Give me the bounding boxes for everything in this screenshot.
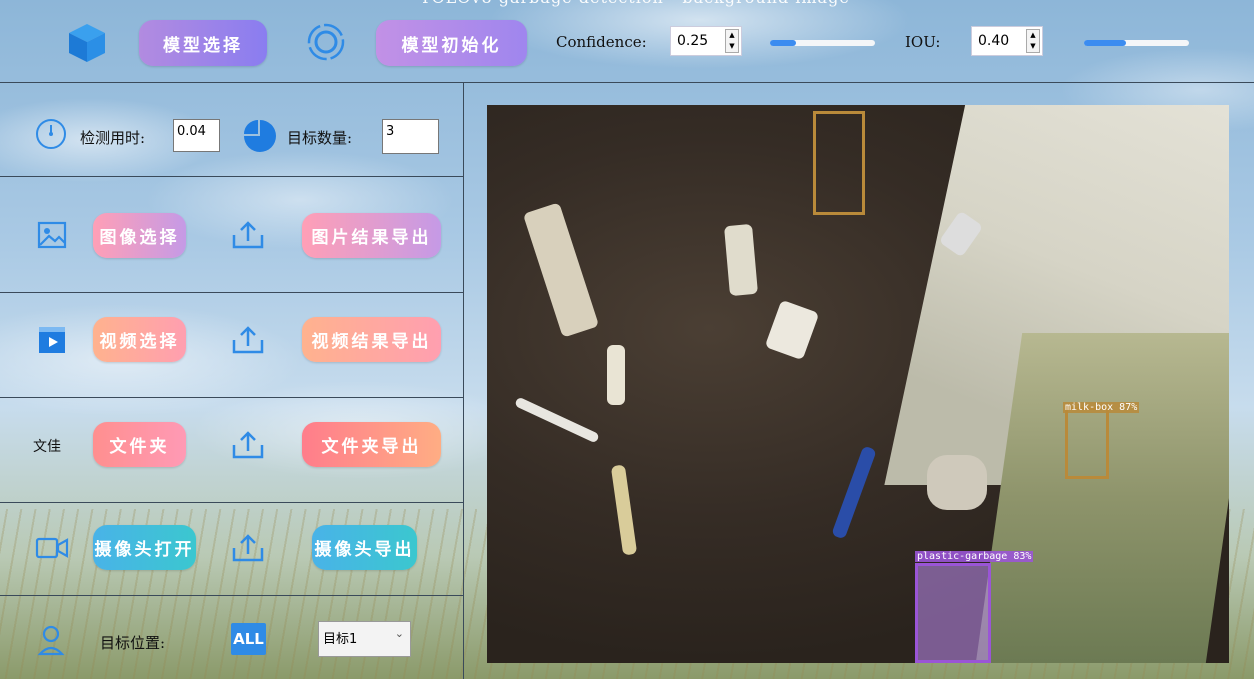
- video-icon: [39, 327, 65, 353]
- camera-export-button[interactable]: 摄像头导出: [312, 525, 417, 570]
- image-select-button[interactable]: 图像选择: [93, 213, 186, 258]
- debris-item: [522, 202, 600, 338]
- debris-item: [927, 455, 987, 510]
- iou-spinbox[interactable]: 0.40 ▲ ▼: [971, 26, 1043, 56]
- folder-export-button[interactable]: 文件夹导出: [302, 422, 441, 467]
- model-select-button[interactable]: 模型选择: [139, 20, 267, 66]
- image-icon: [37, 221, 67, 249]
- video-section: 视频选择 视频结果导出: [0, 293, 463, 398]
- upload-icon[interactable]: [230, 219, 266, 251]
- toolbar: 模型选择 模型初始化 Confidence: 0.25 ▲ ▼ IOU: 0.40…: [0, 0, 1254, 83]
- detection-box: [1065, 407, 1109, 479]
- spin-arrows-icon[interactable]: ▲ ▼: [725, 29, 739, 53]
- clock-icon: [36, 119, 66, 149]
- spin-arrows-icon[interactable]: ▲ ▼: [1026, 29, 1040, 53]
- target-select-value: 目标1: [323, 632, 358, 647]
- confidence-slider-fill: [770, 40, 797, 46]
- detect-time-label: 检测用时:: [80, 129, 146, 147]
- camera-section: 摄像头打开 摄像头导出: [0, 503, 463, 596]
- stats-section: 检测用时: 0.04 目标数量: 3: [0, 82, 463, 177]
- debris-item: [610, 464, 638, 556]
- target-select-dropdown[interactable]: 目标1 ⌄: [318, 621, 411, 657]
- debris-item: [607, 345, 625, 405]
- cube-icon: [69, 24, 105, 62]
- camera-open-button[interactable]: 摄像头打开: [93, 525, 196, 570]
- confidence-value: 0.25: [677, 33, 709, 49]
- image-section: 图像选择 图片结果导出: [0, 177, 463, 293]
- confidence-spinbox[interactable]: 0.25 ▲ ▼: [670, 26, 742, 56]
- detection-image-display: milk-box 87% plastic-garbage 83%: [487, 105, 1229, 663]
- pie-chart-icon: [244, 120, 276, 152]
- detect-time-field[interactable]: 0.04: [173, 119, 220, 152]
- video-export-button[interactable]: 视频结果导出: [302, 317, 441, 362]
- debris-item: [831, 445, 877, 540]
- detection-label: plastic-garbage 83%: [915, 551, 1034, 562]
- debris-item: [514, 396, 600, 444]
- iou-slider-fill: [1084, 40, 1126, 46]
- chevron-down-icon: ⌄: [394, 627, 404, 640]
- target-section: 目标位置: ALL 目标1 ⌄: [0, 596, 463, 679]
- detection-box: [813, 111, 865, 215]
- folder-prefix-label: 文佳: [33, 439, 61, 455]
- detection-label: milk-box 87%: [1063, 402, 1140, 413]
- target-count-label: 目标数量:: [287, 129, 353, 147]
- debris-item: [724, 223, 758, 297]
- upload-icon[interactable]: [230, 324, 266, 356]
- image-export-button[interactable]: 图片结果导出: [302, 213, 441, 258]
- folder-select-button[interactable]: 文件夹: [93, 422, 186, 467]
- left-panel: 检测用时: 0.04 目标数量: 3 图像选择 图片结果导出 视频选择 视频结果…: [0, 82, 464, 679]
- location-pin-icon: [37, 625, 65, 656]
- model-init-button[interactable]: 模型初始化: [376, 20, 527, 66]
- confidence-label: Confidence:: [556, 33, 647, 51]
- target-count-field[interactable]: 3: [382, 119, 439, 154]
- all-targets-button[interactable]: ALL: [231, 623, 266, 655]
- target-icon: [307, 23, 345, 61]
- camera-icon: [35, 537, 69, 559]
- upload-icon[interactable]: [230, 532, 266, 564]
- upload-icon[interactable]: [230, 429, 266, 461]
- detection-box: [915, 563, 991, 663]
- iou-value: 0.40: [978, 33, 1010, 49]
- iou-slider[interactable]: [1084, 40, 1189, 46]
- confidence-slider[interactable]: [770, 40, 875, 46]
- iou-label: IOU:: [905, 33, 941, 51]
- target-position-label: 目标位置:: [100, 634, 166, 652]
- folder-section: 文佳 文件夹 文件夹导出: [0, 398, 463, 503]
- video-select-button[interactable]: 视频选择: [93, 317, 186, 362]
- debris-item: [764, 299, 820, 361]
